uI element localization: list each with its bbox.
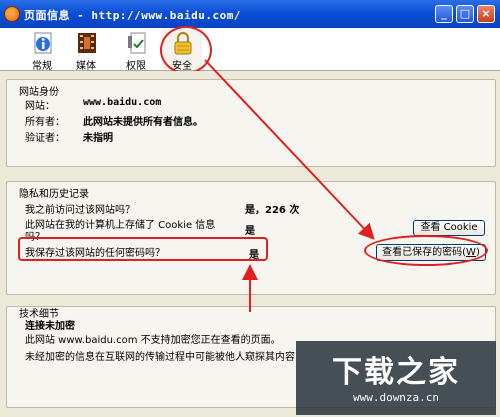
media-icon xyxy=(78,33,96,53)
window-title: 页面信息 - http://www.baidu.com/ xyxy=(24,9,241,22)
tab-general[interactable]: 常规 xyxy=(22,29,62,72)
cookie-question-line1: 此网站在我的计算机上存储了 Cookie 信息 xyxy=(25,220,216,231)
owner-value: 此网站未提供所有者信息。 xyxy=(83,117,203,128)
technical-line1: 此网站 www.baidu.com 不支持加密您正在查看的页面。 xyxy=(25,335,281,346)
annotation-box-password-question xyxy=(18,237,268,261)
watermark: 下载之家 www.downza.cn xyxy=(296,341,496,415)
visited-question: 我之前访问过该网站吗？ xyxy=(25,205,135,216)
verifier-label: 验证者： xyxy=(25,133,65,144)
minimize-button[interactable]: _ xyxy=(435,5,453,23)
close-icon: × xyxy=(481,7,491,20)
tab-toolbar: 常规 媒体 权限 安全 xyxy=(0,28,500,72)
privacy-heading: 隐私和历史记录 xyxy=(19,189,89,200)
tab-media-label: 媒体 xyxy=(76,61,96,72)
website-label: 网站： xyxy=(25,101,55,112)
tab-permissions-label: 权限 xyxy=(126,61,146,72)
maximize-icon: □ xyxy=(459,7,471,20)
view-cookies-button[interactable]: 查看 Cookie xyxy=(413,220,485,236)
close-button[interactable]: × xyxy=(477,5,495,23)
visited-answer: 是，226 次 xyxy=(245,205,300,216)
tab-general-label: 常规 xyxy=(32,61,52,72)
watermark-title: 下载之家 xyxy=(332,355,460,390)
verifier-value: 未指明 xyxy=(83,133,113,144)
annotation-ellipse-passwords-button xyxy=(364,235,488,266)
identity-heading: 网站身份 xyxy=(19,87,59,98)
technical-line2: 未经加密的信息在互联网的传输过程中可能被他人窥探其内容 xyxy=(25,352,295,363)
cookie-answer: 是 xyxy=(245,226,255,237)
identity-group: 网站身份 网站： www.baidu.com 所有者： 此网站未提供所有者信息。… xyxy=(6,79,496,167)
connection-status: 连接未加密 xyxy=(25,321,75,332)
owner-label: 所有者： xyxy=(25,117,65,128)
watermark-url: www.downza.cn xyxy=(352,391,440,404)
firefox-icon xyxy=(4,6,20,22)
annotation-circle-security-tab xyxy=(160,26,212,74)
tab-media[interactable]: 媒体 xyxy=(66,29,106,72)
tab-permissions[interactable]: 权限 xyxy=(116,29,156,72)
maximize-button[interactable]: □ xyxy=(456,5,474,23)
title-bar: 页面信息 - http://www.baidu.com/ _ □ × xyxy=(0,0,500,28)
minimize-icon: _ xyxy=(441,7,447,20)
permissions-icon xyxy=(128,32,146,54)
info-icon xyxy=(34,32,52,54)
website-value: www.baidu.com xyxy=(83,97,162,108)
